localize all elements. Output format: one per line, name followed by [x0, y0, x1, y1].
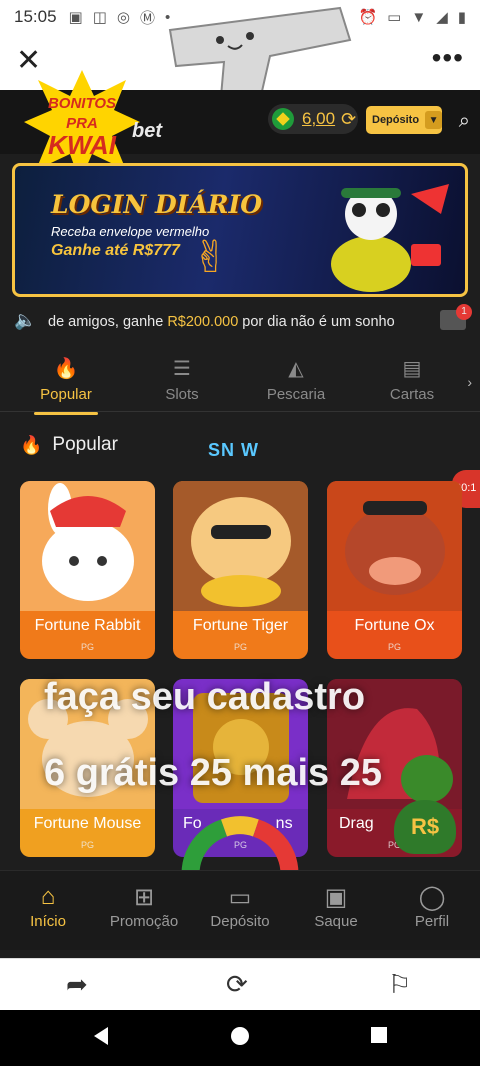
slot-machine-icon: ☰ — [173, 358, 191, 380]
shark-icon: ◭ — [288, 358, 304, 380]
withdraw-icon: ▣ — [324, 884, 348, 911]
marquee-text: de amigos, ganhe R$200.000 por dia não é… — [48, 314, 395, 330]
daily-login-banner[interactable]: LOGIN DIÁRIO Receba envelope vermelho Ga… — [12, 163, 468, 297]
announcement-marquee: 🔈 de amigos, ganhe R$200.000 por dia não… — [0, 304, 480, 340]
balance-pill[interactable]: 6,00 ⟳ — [268, 104, 358, 134]
section-header: 🔥 Popular — [20, 434, 118, 456]
game-provider: PG — [233, 642, 247, 652]
nav-label: Depósito — [210, 913, 270, 930]
tab-label: Cartas — [389, 386, 435, 403]
flame-icon: 🔥 — [53, 358, 79, 380]
game-card-fortune-tiger[interactable]: Fortune Tiger PG — [173, 481, 308, 659]
banner-prize: Ganhe até R$777 — [51, 242, 180, 259]
game-provider: PG — [80, 642, 94, 652]
bottom-nav: ⌂ Início ⊞ Promoção ▭ Depósito ▣ Saque ◯… — [0, 870, 480, 950]
chevron-right-icon[interactable]: › — [467, 374, 472, 390]
game-name: Fortune Tiger — [192, 617, 289, 634]
overlay-line-1: faça seu cadastro — [44, 676, 366, 718]
home-icon: ⌂ — [40, 883, 56, 910]
recents-icon[interactable] — [370, 1026, 388, 1044]
flame-icon: 🔥 — [20, 434, 43, 455]
game-name-text: Drag — [339, 815, 374, 832]
cards-icon: ▤ — [402, 358, 422, 380]
profile-icon: ◯ — [418, 884, 446, 911]
game-card-fortune-rabbit[interactable]: Fortune Rabbit PG — [20, 481, 155, 659]
nav-deposito[interactable]: ▭ Depósito — [192, 883, 288, 930]
hand-sticker: ✌ — [192, 233, 229, 282]
speaker-icon: 🔈 — [14, 310, 37, 330]
overlay-line-2: 6 grátis 25 mais 25 — [44, 752, 382, 794]
status-time: 15:05 — [14, 7, 57, 26]
mail-badge: 1 — [456, 304, 472, 320]
game-card-fortune-ox[interactable]: Fortune Ox PG — [327, 481, 462, 659]
game-art — [173, 481, 308, 611]
marquee-text-before: de amigos, ganhe — [48, 314, 168, 330]
search-icon[interactable]: ⌕ — [459, 110, 470, 133]
bookmark-icon[interactable]: ⚐ — [388, 969, 411, 1000]
game-art — [327, 481, 462, 611]
cast-icon: ▭ — [387, 9, 402, 26]
nav-saque[interactable]: ▣ Saque — [288, 883, 384, 930]
nav-inicio[interactable]: ⌂ Início — [0, 883, 96, 930]
nav-label: Perfil — [414, 913, 450, 930]
category-tabs: 🔥 Popular ☰ Slots ◭ Pescaria ▤ Cartas › — [0, 350, 480, 415]
nav-promocao[interactable]: ⊞ Promoção — [96, 883, 192, 930]
tab-cartas[interactable]: ▤ Cartas — [362, 356, 462, 403]
home-button-icon[interactable] — [230, 1026, 250, 1046]
logo-line-1: BONITOS — [48, 95, 116, 112]
instagram-icon: ◫ — [92, 9, 107, 26]
refresh-icon[interactable]: ⟳ — [341, 109, 356, 130]
game-provider: PG — [80, 840, 94, 850]
app-header: BONITOS PRA KWAI bet 6,00 ⟳ Depósito ▼ ⌕ — [0, 70, 480, 182]
nav-label: Início — [30, 913, 66, 930]
tab-slots[interactable]: ☰ Slots — [132, 356, 232, 403]
tab-label: Popular — [40, 386, 92, 403]
more-vert-icon[interactable]: ••• — [432, 42, 464, 74]
game-art — [20, 481, 155, 611]
banner-subtitle: Receba envelope vermelho — [51, 224, 210, 239]
game-name: Fortune Ox — [354, 617, 435, 634]
game-provider: PG — [387, 642, 401, 652]
battery-icon: ▮ — [457, 9, 466, 26]
tab-label: Pescaria — [266, 386, 326, 403]
marquee-text-after: por dia não é um sonho — [238, 314, 395, 330]
tab-label: Slots — [165, 386, 199, 403]
tab-popular[interactable]: 🔥 Popular — [16, 356, 116, 415]
signal-icon: ◢ — [436, 9, 448, 26]
marquee-highlight: R$200.000 — [167, 314, 239, 330]
panda-mascot — [331, 184, 449, 292]
reload-icon[interactable]: ⟳ — [226, 969, 248, 1000]
gift-icon: ⊞ — [133, 884, 155, 911]
system-icons: ⏰ ▭ ▼ ◢ ▮ — [358, 8, 466, 27]
logo-line-3: KWAI — [48, 130, 117, 160]
game-name: Fortune Rabbit — [34, 617, 141, 634]
deposit-button[interactable]: Depósito ▼ — [366, 106, 442, 134]
back-icon[interactable] — [92, 1026, 110, 1046]
brazil-flag-icon — [272, 108, 294, 130]
nav-perfil[interactable]: ◯ Perfil — [384, 883, 480, 930]
android-icon: ▣ — [68, 9, 83, 26]
money-bag-sticker: R$ — [394, 800, 456, 854]
game-name: Fortune Mouse — [33, 815, 142, 832]
android-nav-bar — [0, 1010, 480, 1066]
chrome-icon: ◎ — [116, 9, 131, 26]
chevron-down-icon: ▼ — [425, 111, 442, 129]
balance-amount: 6,00 — [302, 109, 336, 128]
alarm-icon: ⏰ — [358, 9, 378, 26]
deposit-label: Depósito — [372, 114, 420, 126]
nav-label: Promoção — [109, 913, 179, 930]
banner-title: LOGIN DIÁRIO — [51, 190, 262, 219]
brand-name: bet — [132, 120, 162, 142]
wifi-icon: ▼ — [411, 8, 427, 26]
tab-pescaria[interactable]: ◭ Pescaria — [246, 356, 346, 403]
share-icon[interactable]: ➦ — [66, 969, 88, 1000]
section-title: Popular — [52, 434, 118, 455]
wallet-icon: ▭ — [228, 884, 252, 911]
nav-label: Saque — [314, 913, 358, 930]
browser-bottom-bar: ➦ ⟳ ⚐ — [0, 958, 480, 1010]
snow-sticker: SN W — [208, 440, 259, 460]
